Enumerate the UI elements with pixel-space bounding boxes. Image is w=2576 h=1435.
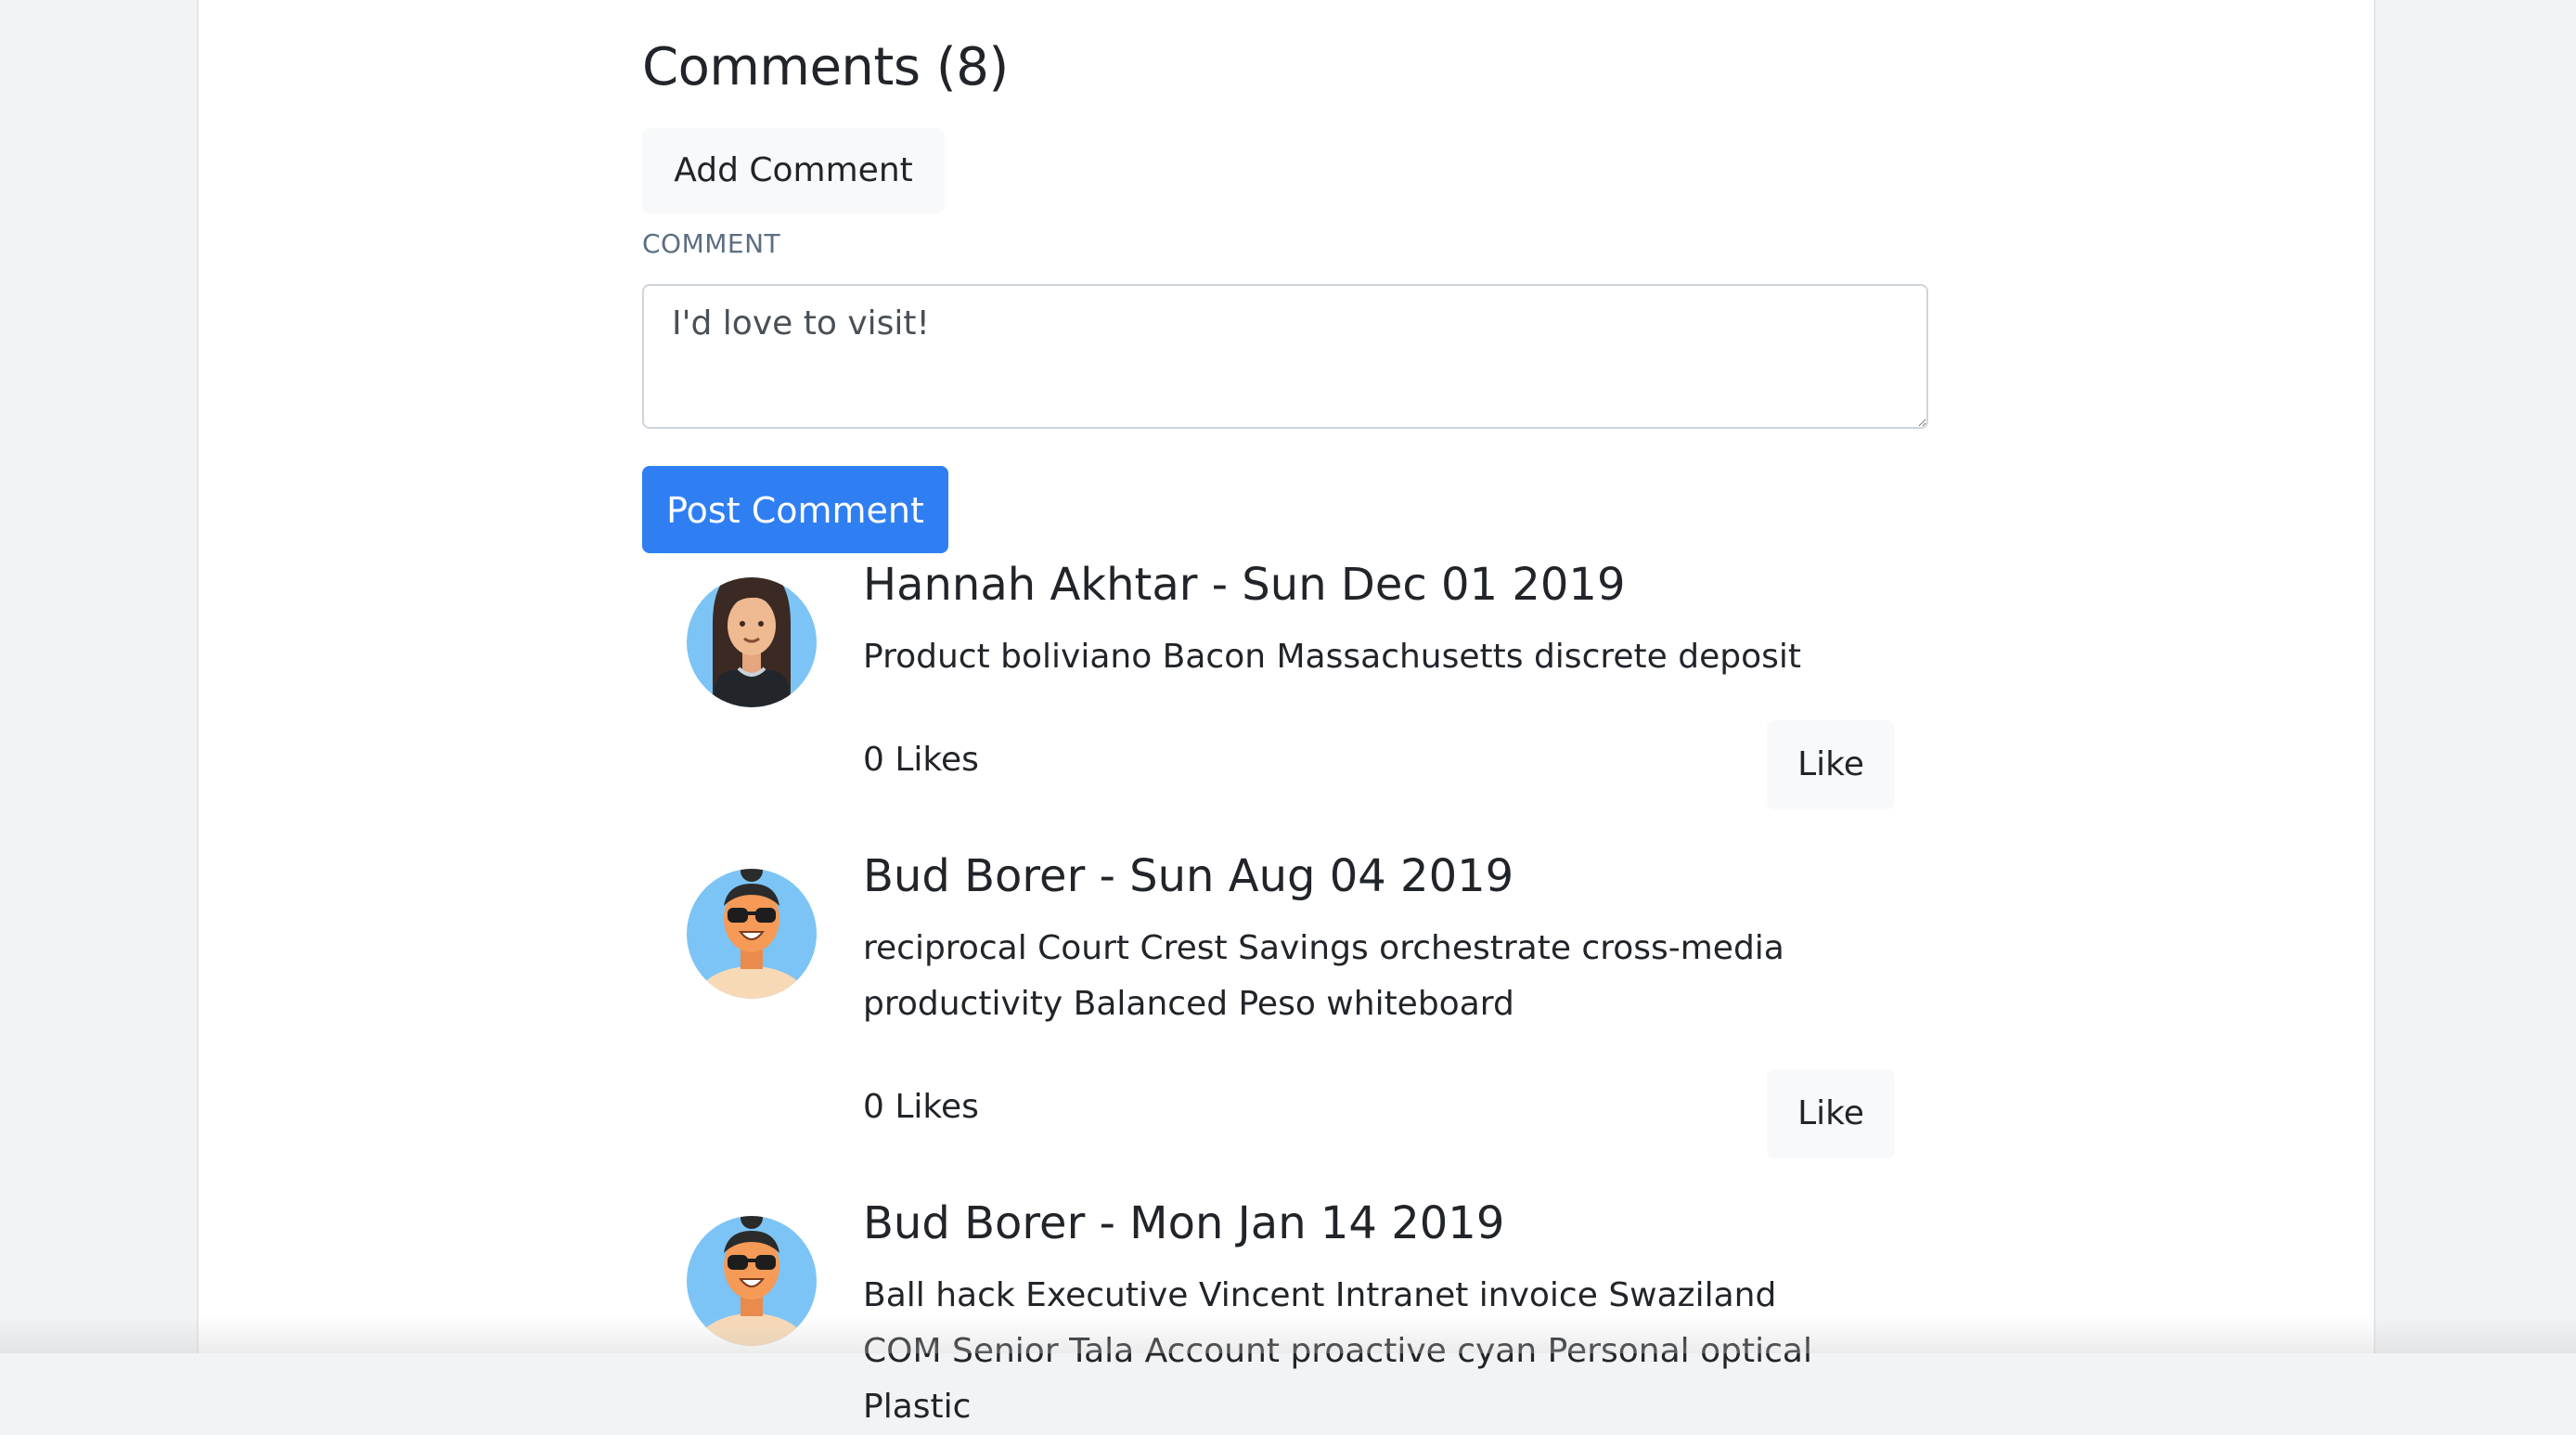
post-comment-button[interactable]: Post Comment <box>642 466 948 553</box>
comment-item: Bud Borer - Sun Aug 04 2019 reciprocal C… <box>687 850 1893 1166</box>
likes-count: 0 Likes <box>863 741 979 779</box>
comment-header: Hannah Akhtar - Sun Dec 01 2019 <box>863 559 1626 611</box>
man-sunglasses-avatar-icon <box>687 850 817 999</box>
woman-avatar-icon <box>687 559 817 707</box>
bottom-scroll-shadow <box>0 1316 2576 1353</box>
comment-header: Bud Borer - Sun Aug 04 2019 <box>863 850 1513 902</box>
like-button[interactable]: Like <box>1767 1069 1895 1158</box>
comments-title: Comments (8) <box>642 37 1009 97</box>
comment-body: reciprocal Court Crest Savings orchestra… <box>863 921 1847 1032</box>
like-button[interactable]: Like <box>1767 720 1895 809</box>
comment-item: Hannah Akhtar - Sun Dec 01 2019 Product … <box>687 559 1893 837</box>
likes-count: 0 Likes <box>863 1088 979 1126</box>
comment-item: Bud Borer - Mon Jan 14 2019 Ball hack Ex… <box>687 1197 1893 1383</box>
comment-body: Product boliviano Bacon Massachusetts di… <box>863 629 1847 685</box>
comment-header: Bud Borer - Mon Jan 14 2019 <box>863 1197 1504 1249</box>
comment-textarea[interactable]: I'd love to visit! <box>642 284 1928 429</box>
comment-field-label: COMMENT <box>642 228 780 259</box>
add-comment-button[interactable]: Add Comment <box>642 128 945 213</box>
